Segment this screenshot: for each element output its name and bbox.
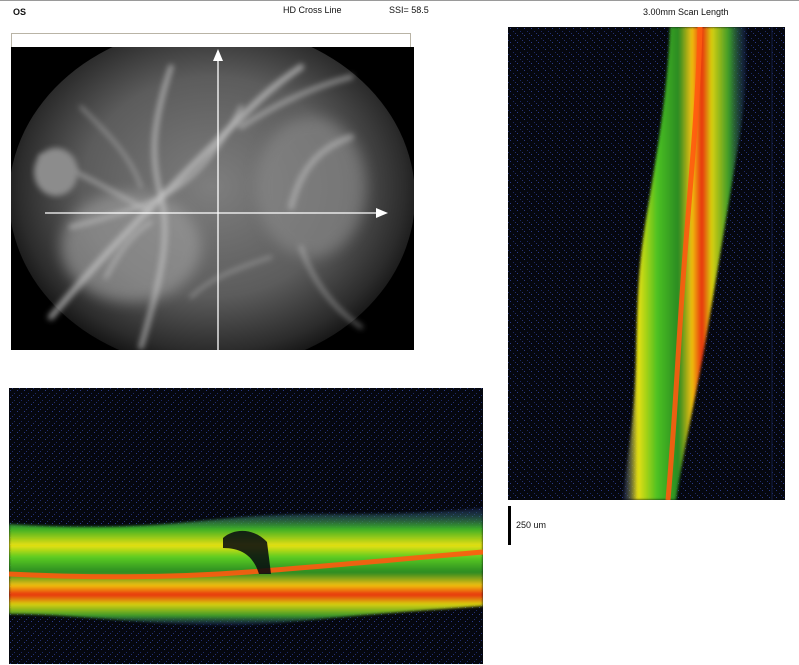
- ssi-label: SSI= 58.5: [389, 5, 429, 15]
- fundus-image: [11, 47, 414, 350]
- scale-bar: [508, 506, 511, 545]
- scan-length-label: 3.00mm Scan Length: [643, 7, 729, 17]
- oct-horizontal-svg: [9, 388, 483, 664]
- oct-vertical-svg: [508, 27, 785, 500]
- fundus-svg: [11, 47, 414, 350]
- oct-vertical-scan: [508, 27, 785, 500]
- header-divider: [0, 0, 799, 1]
- fundus-title-frame: [11, 33, 411, 47]
- scan-type-label: HD Cross Line: [283, 5, 342, 15]
- optic-disc: [34, 148, 78, 196]
- oct-horizontal-scan: [9, 388, 483, 664]
- eye-label: OS: [13, 7, 27, 17]
- scale-bar-label: 250 um: [516, 520, 547, 530]
